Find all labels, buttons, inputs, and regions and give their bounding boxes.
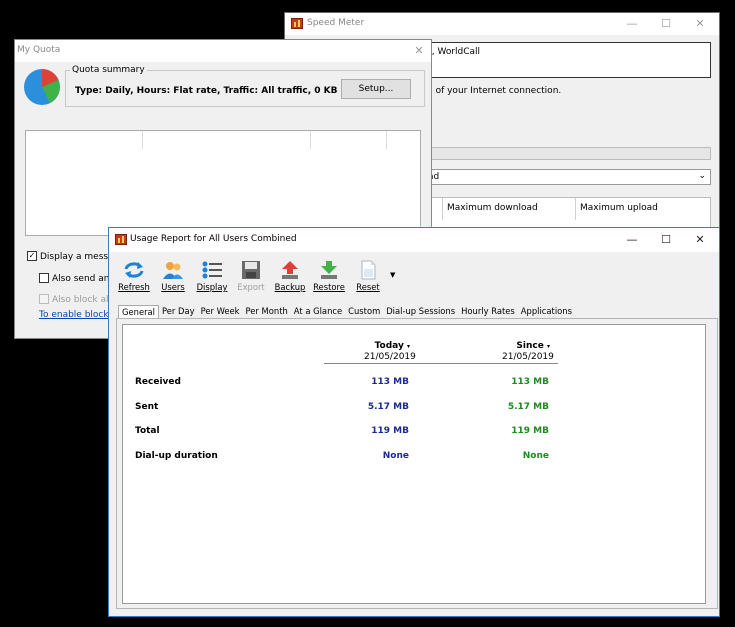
row-label-dialup: Dial-up duration [135, 451, 218, 461]
display-button[interactable]: Display [192, 260, 232, 292]
tab-at-a-glance[interactable]: At a Glance [291, 305, 345, 318]
chart-divider [386, 131, 387, 149]
backup-label: Backup [274, 282, 306, 292]
backup-icon [282, 261, 298, 279]
refresh-icon [124, 262, 144, 278]
speed-meter-dropdown[interactable]: ad ⌄ [427, 169, 711, 185]
display-icon [202, 261, 222, 279]
users-button[interactable]: Users [153, 260, 193, 292]
refresh-label: Refresh [118, 282, 150, 292]
tab-per-month[interactable]: Per Month [243, 305, 291, 318]
users-label: Users [161, 282, 185, 292]
sort-arrow-icon: ▾ [546, 343, 550, 350]
reset-icon [361, 260, 376, 280]
general-panel-inner [122, 324, 706, 604]
users-icon [163, 262, 183, 279]
speed-meter-title: Speed Meter [307, 18, 365, 28]
send-email-checkbox[interactable] [39, 273, 49, 283]
row-label-sent: Sent [135, 402, 159, 412]
speed-meter-description: d of your Internet connection. [427, 86, 562, 96]
tab-hourly-rates[interactable]: Hourly Rates [458, 305, 518, 318]
row-today-total: 119 MB [371, 426, 409, 436]
usage-report-app-icon [115, 234, 127, 245]
quota-pie-icon [24, 69, 60, 105]
setup-button[interactable]: Setup... [341, 79, 411, 99]
table-header-divider-1 [442, 198, 443, 220]
row-since-sent: 5.17 MB [507, 402, 549, 412]
usage-report-titlebar[interactable]: Usage Report for All Users Combined — ☐ … [109, 228, 719, 252]
col-since-label: Since [516, 341, 544, 351]
row-today-received: 113 MB [371, 377, 409, 387]
export-label: Export [237, 282, 265, 292]
col-max-download[interactable]: Maximum download [447, 203, 538, 213]
row-label-total: Total [135, 426, 160, 436]
display-label: Display [196, 282, 228, 292]
my-quota-titlebar[interactable]: My Quota ✕ [15, 40, 431, 62]
col-since-date: 21/05/2019 [502, 352, 554, 362]
refresh-button[interactable]: Refresh [114, 260, 154, 292]
chart-divider [310, 131, 311, 149]
row-since-dialup: None [522, 451, 549, 461]
usage-report-title: Usage Report for All Users Combined [130, 234, 297, 244]
backup-button[interactable]: Backup [270, 260, 310, 292]
chart-divider [142, 131, 143, 149]
close-icon[interactable]: ✕ [405, 42, 433, 60]
row-label-received: Received [135, 377, 181, 387]
quota-summary-text: Type: Daily, Hours: Flat rate, Traffic: … [75, 86, 338, 96]
sort-arrow-icon: ▾ [406, 343, 410, 350]
tab-dial-up-sessions[interactable]: Dial-up Sessions [383, 305, 458, 318]
col-max-upload[interactable]: Maximum upload [580, 203, 658, 213]
close-icon[interactable]: ✕ [683, 15, 717, 33]
restore-icon [321, 261, 337, 279]
maximize-icon[interactable]: ☐ [649, 15, 683, 33]
restore-button[interactable]: Restore [309, 260, 349, 292]
setup-button-label: Setup... [358, 84, 394, 94]
tab-applications[interactable]: Applications [518, 305, 575, 318]
block-all-checkbox[interactable] [39, 294, 49, 304]
header-underline [324, 363, 558, 364]
maximize-icon[interactable]: ☐ [649, 231, 683, 249]
speed-meter-connection-box[interactable]: 1, WorldCall [425, 42, 711, 78]
row-since-received: 113 MB [511, 377, 549, 387]
quota-chart-area [25, 130, 421, 236]
export-button[interactable]: Export [231, 260, 271, 292]
col-since-header[interactable]: Since ▾ [500, 341, 550, 351]
general-panel [116, 318, 718, 609]
save-icon [242, 261, 260, 279]
minimize-icon[interactable]: — [615, 15, 649, 33]
speed-meter-progress [427, 147, 711, 160]
my-quota-title: My Quota [17, 45, 61, 55]
quota-summary-legend: Quota summary [72, 65, 145, 75]
tab-general[interactable]: General [118, 305, 160, 319]
display-message-checkbox[interactable]: ✓ [27, 251, 37, 261]
speed-meter-titlebar[interactable]: Speed Meter — ☐ ✕ [285, 13, 719, 35]
row-since-total: 119 MB [511, 426, 549, 436]
connection-name: 1, WorldCall [426, 47, 481, 57]
chevron-down-icon: ⌄ [698, 171, 706, 181]
report-tabs: General Per Day Per Week Per Month At a … [118, 305, 575, 319]
reset-button[interactable]: Reset [348, 260, 388, 292]
reset-label: Reset [356, 282, 380, 292]
col-today-label: Today [374, 341, 404, 351]
row-today-dialup: None [382, 451, 409, 461]
minimize-icon[interactable]: — [615, 231, 649, 249]
tab-custom[interactable]: Custom [345, 305, 383, 318]
table-header-divider-2 [575, 198, 576, 220]
col-today-header[interactable]: Today ▾ [362, 341, 410, 351]
close-icon[interactable]: ✕ [683, 231, 717, 249]
speed-meter-app-icon [291, 18, 303, 29]
col-today-date: 21/05/2019 [364, 352, 416, 362]
tab-per-week[interactable]: Per Week [198, 305, 243, 318]
reset-dropdown-arrow-icon[interactable]: ▼ [390, 271, 395, 279]
row-today-sent: 5.17 MB [367, 402, 409, 412]
restore-label: Restore [313, 282, 345, 292]
tab-per-day[interactable]: Per Day [159, 305, 198, 318]
